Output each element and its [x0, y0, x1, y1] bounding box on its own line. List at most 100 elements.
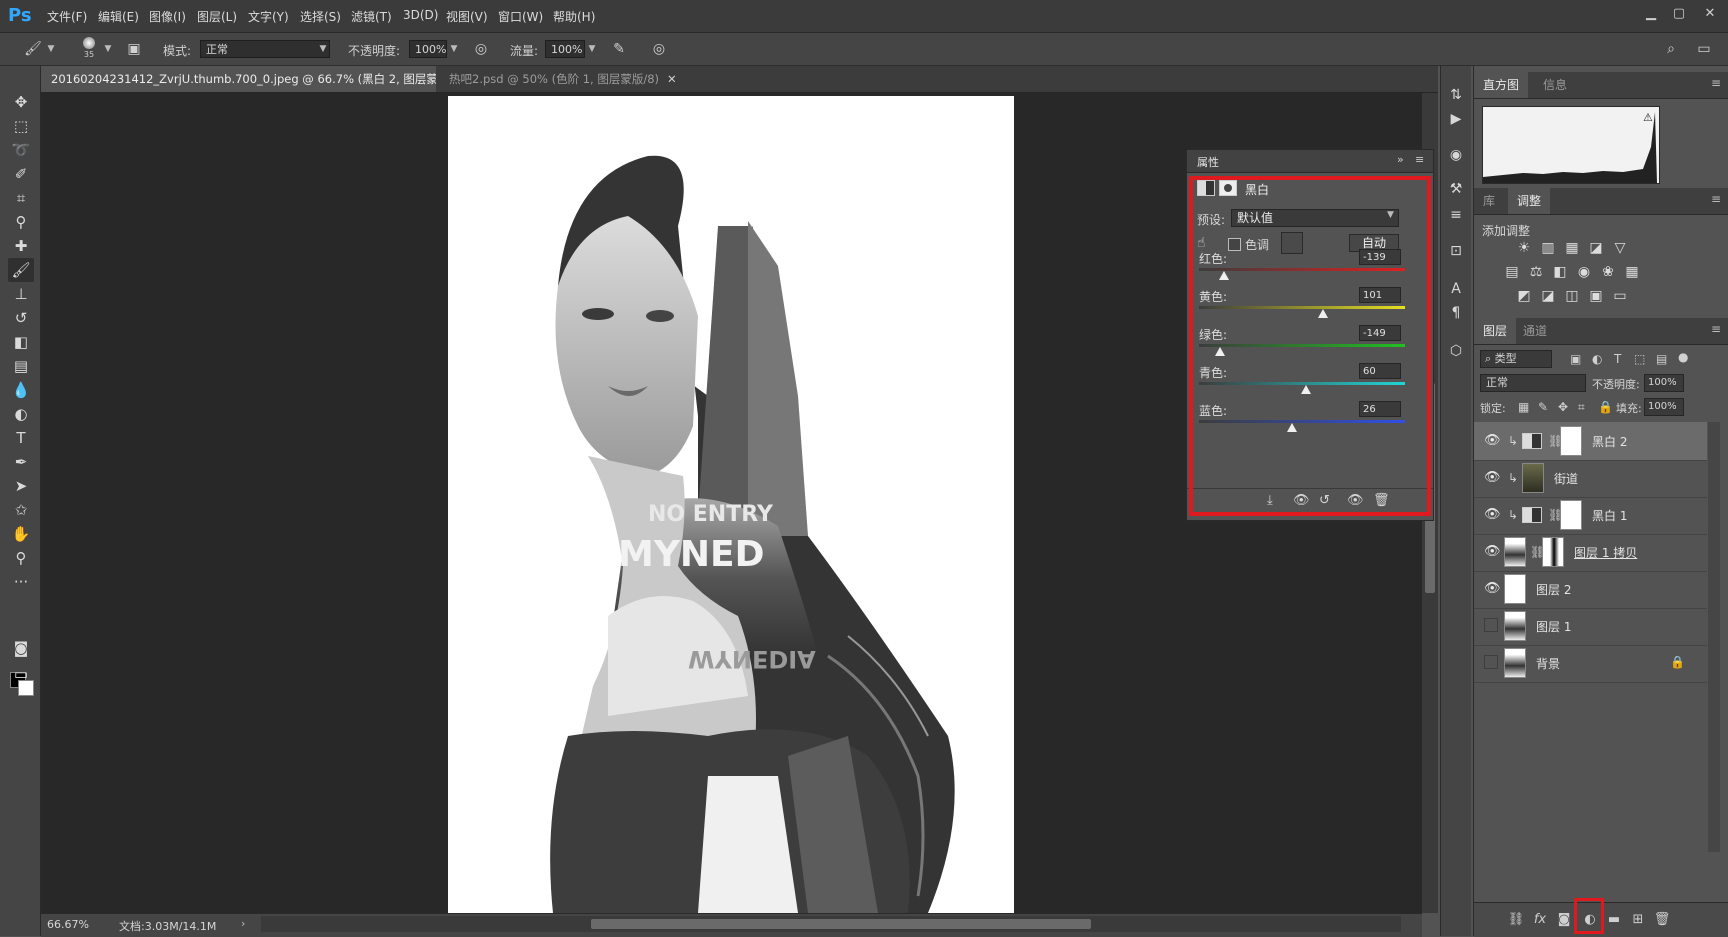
layer-mask-thumbnail[interactable] [1560, 500, 1582, 530]
camera-raw-icon[interactable]: ◉ [1445, 144, 1467, 166]
panel-menu-icon[interactable]: ≡ [1415, 153, 1424, 166]
lock-transparent-icon[interactable]: ▦ [1518, 400, 1529, 414]
mask-icon[interactable] [1219, 180, 1237, 196]
layer-mask-thumbnail[interactable] [1560, 426, 1582, 456]
color-balance-icon[interactable]: ⚖ [1526, 262, 1546, 282]
black-white-icon[interactable]: ◧ [1550, 262, 1570, 282]
visibility-eye-icon[interactable]: 👁 [1484, 581, 1501, 597]
history-brush-tool-icon[interactable]: ↺ [8, 306, 34, 330]
slider-value-field[interactable]: 26 [1359, 401, 1401, 417]
posterize-icon[interactable]: ◪ [1538, 286, 1558, 306]
opacity-field[interactable]: 100% [409, 40, 447, 58]
layer-row[interactable]: 👁 ⛓ 图层 1 拷贝 [1474, 533, 1707, 572]
curves-icon[interactable]: ▦ [1562, 238, 1582, 258]
move-tool-icon[interactable]: ✥ [8, 90, 34, 114]
filter-toggle-icon[interactable]: ● [1678, 350, 1688, 364]
slider-value-field[interactable]: -149 [1359, 325, 1401, 341]
scroll-thumb[interactable] [591, 919, 1091, 929]
menu-window[interactable]: 窗口(W) [498, 8, 543, 25]
tab-document-2[interactable]: 热吧2.psd @ 50% (色阶 1, 图层蒙版/8) ✕ [439, 66, 699, 92]
clone-stamp-tool-icon[interactable]: ⊥ [8, 282, 34, 306]
slider-value-field[interactable]: -139 [1359, 249, 1401, 265]
chevron-down-icon[interactable]: ▼ [585, 40, 599, 58]
add-mask-icon[interactable]: ◙ [1554, 911, 1574, 929]
tab-info[interactable]: 信息 [1534, 72, 1576, 98]
panel-menu-icon[interactable]: ≡ [1711, 76, 1721, 90]
visibility-eye-icon[interactable]: 👁 [1484, 470, 1501, 486]
menu-edit[interactable]: 编辑(E) [98, 8, 139, 25]
visibility-toggle[interactable] [1484, 655, 1498, 669]
shape-tool-icon[interactable]: ✩ [8, 498, 34, 522]
menu-type[interactable]: 文字(Y) [248, 8, 289, 25]
toggle-visibility-icon[interactable]: 👁 [1347, 493, 1364, 508]
exposure-icon[interactable]: ◪ [1586, 238, 1606, 258]
gradient-map-icon[interactable]: ▭ [1610, 286, 1630, 306]
menu-view[interactable]: 视图(V) [446, 8, 488, 25]
chevron-down-icon[interactable]: ▼ [44, 40, 58, 58]
healing-brush-tool-icon[interactable]: ✚ [8, 234, 34, 258]
horizontal-scrollbar[interactable] [261, 916, 1401, 932]
slider-track[interactable] [1199, 420, 1405, 423]
slider-track[interactable] [1199, 268, 1405, 271]
layer-row[interactable]: 👁 图层 2 [1474, 570, 1707, 609]
brightness-icon[interactable]: ☀ [1514, 238, 1534, 258]
fill-field[interactable]: 100% [1644, 398, 1684, 416]
paragraph-icon[interactable]: ¶ [1445, 302, 1467, 324]
lock-all-icon[interactable]: 🔒 [1598, 400, 1613, 414]
pressure-opacity-icon[interactable]: ◎ [470, 39, 492, 59]
clone-source-icon[interactable]: ⊡ [1445, 240, 1467, 262]
slider-track[interactable] [1199, 344, 1405, 347]
mode-select[interactable]: 正常 [200, 40, 330, 58]
tab-histogram[interactable]: 直方图 [1474, 72, 1529, 98]
tab-channels[interactable]: 通道 [1514, 318, 1556, 344]
gradient-tool-icon[interactable]: ▤ [8, 354, 34, 378]
pen-tool-icon[interactable]: ✒ [8, 450, 34, 474]
panel-menu-icon[interactable]: ≡ [1711, 322, 1721, 336]
vibrance-icon[interactable]: ▽ [1610, 238, 1630, 258]
tab-layers[interactable]: 图层 [1474, 318, 1517, 344]
layer-row[interactable]: 👁 ↳ ⛓ 黑白 2 [1474, 422, 1707, 461]
warning-icon[interactable]: ⚠ [1643, 111, 1653, 124]
preset-select[interactable]: 默认值 [1231, 209, 1399, 227]
more-tools-icon[interactable]: ··· [8, 570, 34, 594]
brush-panel-icon[interactable]: ▣ [123, 39, 145, 59]
menu-help[interactable]: 帮助(H) [553, 8, 595, 25]
brush-tool-icon[interactable]: 🖌 [8, 258, 34, 282]
layer-row[interactable]: 背景 🔒 [1474, 644, 1707, 683]
slider-thumb[interactable] [1219, 271, 1230, 280]
adjustment-layer-icon[interactable] [1197, 180, 1215, 196]
slider-thumb[interactable] [1287, 423, 1298, 432]
crop-tool-icon[interactable]: ⌗ [8, 186, 34, 210]
levels-icon[interactable]: ▥ [1538, 238, 1558, 258]
search-icon[interactable]: ⌕ [1660, 39, 1682, 59]
screen-mode-icon[interactable]: ▭ [8, 662, 34, 686]
lasso-tool-icon[interactable]: ➰ [8, 138, 34, 162]
chevron-down-icon[interactable]: ▼ [101, 40, 115, 58]
menu-filter[interactable]: 滤镜(T) [351, 8, 392, 25]
menu-3d[interactable]: 3D(D) [403, 8, 438, 22]
brush-preset-picker[interactable]: 35 [80, 36, 98, 62]
slider-thumb[interactable] [1215, 347, 1225, 356]
slider-value-field[interactable]: 101 [1359, 287, 1401, 303]
brush-settings-icon[interactable]: ⚒ [1445, 178, 1467, 200]
menu-layer[interactable]: 图层(L) [197, 8, 237, 25]
trash-icon[interactable]: 🗑 [1652, 911, 1672, 929]
layer-thumbnail[interactable] [1504, 648, 1526, 678]
menu-file[interactable]: 文件(F) [47, 8, 87, 25]
lock-icon[interactable]: 🔒 [1670, 655, 1685, 669]
chevron-right-icon[interactable]: › [241, 917, 245, 930]
actions-play-icon[interactable]: ▶ [1445, 108, 1467, 130]
tab-adjustments[interactable]: 调整 [1508, 188, 1551, 214]
zoom-tool-icon[interactable]: ⚲ [8, 546, 34, 570]
slider-thumb[interactable] [1318, 309, 1328, 318]
dodge-tool-icon[interactable]: ◐ [8, 402, 34, 426]
tint-color-swatch[interactable] [1281, 232, 1303, 254]
menu-select[interactable]: 选择(S) [300, 8, 341, 25]
maximize-icon[interactable]: ▢ [1668, 4, 1690, 24]
minimize-icon[interactable]: ▁ [1640, 4, 1662, 24]
history-icon[interactable]: ⇅ [1445, 84, 1467, 106]
filter-pixel-icon[interactable]: ▣ [1570, 352, 1581, 366]
layer-row[interactable]: 图层 1 [1474, 607, 1707, 646]
new-layer-icon[interactable]: ⊞ [1628, 911, 1648, 929]
close-icon[interactable]: ✕ [1699, 4, 1721, 24]
